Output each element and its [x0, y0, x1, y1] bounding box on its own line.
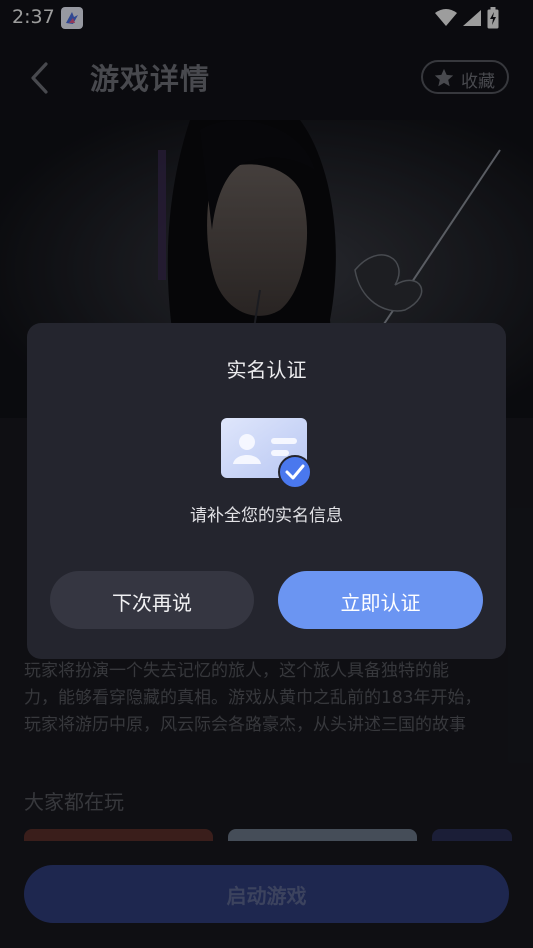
battery-charging-icon [487, 7, 499, 29]
later-button-label: 下次再说 [112, 591, 192, 615]
verify-now-button[interactable]: 立即认证 [278, 571, 483, 629]
star-icon [434, 68, 454, 87]
game-description: 玩家将扮演一个失去记忆的旅人，这个旅人具备独特的能 力，能够看穿隐藏的真相。游戏… [24, 658, 512, 739]
notification-app-icon [61, 7, 83, 29]
dialog-message: 请补全您的实名信息 [190, 506, 343, 526]
status-bar: 2:37 [0, 0, 533, 36]
favorite-label: 收藏 [461, 72, 495, 92]
favorite-button[interactable]: 收藏 [421, 60, 509, 94]
real-name-dialog: 实名认证 请补全您的实名信息 下次再说 立即认证 [27, 323, 506, 659]
app-header: 游戏详情 收藏 [0, 36, 533, 120]
description-line: 玩家将游历中原，风云际会各路豪杰，从头讲述三国的故事 [24, 715, 466, 735]
description-line: 力，能够看穿隐藏的真相。游戏从黄巾之乱前的183年开始， [24, 688, 482, 708]
description-line: 玩家将扮演一个失去记忆的旅人，这个旅人具备独特的能 [24, 661, 449, 681]
game-card[interactable] [24, 829, 213, 841]
dialog-title: 实名认证 [226, 358, 307, 382]
page-title: 游戏详情 [90, 62, 211, 96]
game-card[interactable] [432, 829, 512, 841]
status-time: 2:37 [12, 6, 55, 28]
start-game-label: 启动游戏 [226, 884, 307, 908]
section-title-everyone-playing: 大家都在玩 [24, 790, 124, 814]
start-game-button[interactable]: 启动游戏 [24, 865, 509, 923]
signal-icon [462, 10, 481, 26]
back-button[interactable] [24, 58, 58, 98]
later-button[interactable]: 下次再说 [50, 571, 254, 629]
wifi-icon [434, 9, 457, 26]
id-card-verified-icon [221, 418, 313, 494]
chevron-left-icon [31, 62, 48, 94]
status-icons [434, 7, 499, 29]
verify-now-button-label: 立即认证 [340, 591, 421, 615]
game-card[interactable] [228, 829, 417, 841]
